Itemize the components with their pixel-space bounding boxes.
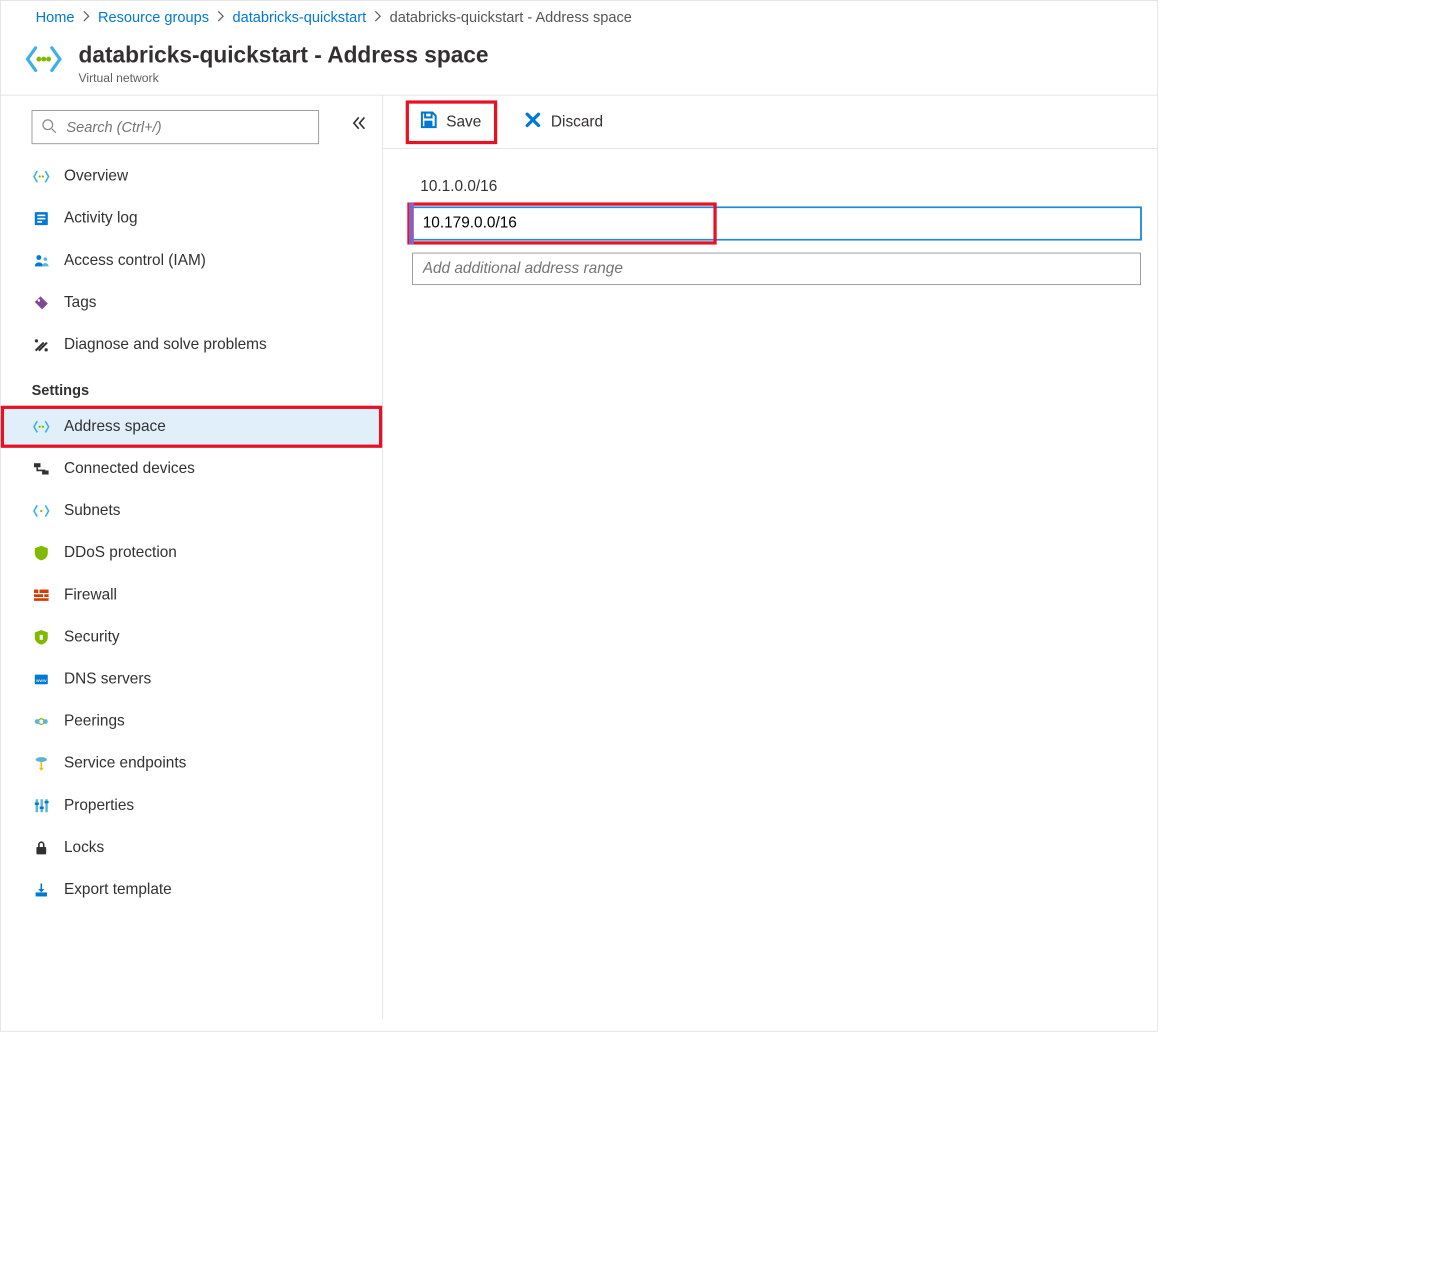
breadcrumb-current: databricks-quickstart - Address space bbox=[390, 9, 632, 26]
shield-icon bbox=[32, 628, 51, 647]
save-button-label: Save bbox=[446, 113, 481, 131]
sidebar-item-label: Activity log bbox=[64, 210, 138, 228]
activity-log-icon bbox=[32, 209, 51, 228]
sidebar: Overview Activity log Access control (IA… bbox=[1, 96, 383, 1020]
sidebar-item-label: DNS servers bbox=[64, 671, 151, 689]
sidebar-item-dns[interactable]: www DNS servers bbox=[1, 658, 382, 700]
address-range-add-input[interactable] bbox=[412, 253, 1141, 285]
lock-icon bbox=[32, 838, 51, 857]
firewall-icon bbox=[32, 585, 51, 604]
iam-icon bbox=[32, 251, 51, 270]
page-title: databricks-quickstart - Address space bbox=[79, 42, 489, 68]
sidebar-item-address-space[interactable]: Address space bbox=[1, 406, 382, 448]
breadcrumb: Home Resource groups databricks-quicksta… bbox=[1, 1, 1157, 34]
export-icon bbox=[32, 880, 51, 899]
sidebar-item-diagnose[interactable]: Diagnose and solve problems bbox=[1, 324, 382, 366]
vnet-icon bbox=[32, 501, 51, 520]
breadcrumb-home[interactable]: Home bbox=[36, 9, 75, 26]
sidebar-item-subnets[interactable]: Subnets bbox=[1, 490, 382, 532]
sidebar-item-security[interactable]: Security bbox=[1, 616, 382, 658]
save-icon bbox=[419, 110, 438, 134]
close-icon bbox=[523, 110, 542, 134]
sidebar-item-firewall[interactable]: Firewall bbox=[1, 574, 382, 616]
diagnose-icon bbox=[32, 335, 51, 354]
page-title-block: databricks-quickstart - Address space Vi… bbox=[1, 34, 1157, 95]
sidebar-item-properties[interactable]: Properties bbox=[1, 785, 382, 827]
svg-text:www: www bbox=[36, 679, 47, 684]
sidebar-item-locks[interactable]: Locks bbox=[1, 827, 382, 869]
peerings-icon bbox=[32, 712, 51, 731]
dns-icon: www bbox=[32, 670, 51, 689]
sidebar-item-label: Export template bbox=[64, 881, 172, 899]
sidebar-item-label: Peerings bbox=[64, 713, 125, 731]
sidebar-item-tags[interactable]: Tags bbox=[1, 282, 382, 324]
search-icon bbox=[41, 118, 57, 137]
sidebar-section-settings: Settings bbox=[1, 366, 382, 406]
command-bar: Save Discard bbox=[383, 96, 1157, 149]
discard-button-label: Discard bbox=[551, 113, 603, 131]
sidebar-item-connected-devices[interactable]: Connected devices bbox=[1, 448, 382, 490]
endpoints-icon bbox=[32, 754, 51, 773]
sidebar-item-service-endpoints[interactable]: Service endpoints bbox=[1, 743, 382, 785]
shield-icon bbox=[32, 543, 51, 562]
sidebar-item-label: Connected devices bbox=[64, 460, 195, 478]
save-button[interactable]: Save bbox=[407, 102, 496, 142]
chevron-right-icon bbox=[374, 11, 381, 25]
address-space-content: 10.1.0.0/16 bbox=[383, 149, 1157, 298]
vnet-icon bbox=[23, 39, 63, 79]
breadcrumb-resource-groups[interactable]: Resource groups bbox=[98, 9, 209, 26]
main-content: Save Discard 10.1.0.0/16 bbox=[383, 96, 1157, 1020]
sidebar-item-label: Subnets bbox=[64, 502, 120, 520]
vnet-icon bbox=[32, 417, 51, 436]
page-subtitle: Virtual network bbox=[79, 71, 489, 85]
sidebar-item-label: Locks bbox=[64, 839, 104, 857]
sidebar-item-label: Access control (IAM) bbox=[64, 252, 206, 270]
chevron-right-icon bbox=[83, 11, 90, 25]
sidebar-item-peerings[interactable]: Peerings bbox=[1, 700, 382, 742]
sidebar-item-label: Tags bbox=[64, 294, 97, 312]
chevron-right-icon bbox=[217, 11, 224, 25]
sidebar-item-label: Service endpoints bbox=[64, 755, 186, 773]
connected-devices-icon bbox=[32, 459, 51, 478]
address-range-input[interactable] bbox=[412, 207, 1141, 239]
sidebar-item-label: Diagnose and solve problems bbox=[64, 336, 267, 354]
sidebar-item-label: Firewall bbox=[64, 586, 117, 604]
sidebar-item-label: Properties bbox=[64, 797, 134, 815]
sidebar-item-activity-log[interactable]: Activity log bbox=[1, 198, 382, 240]
vnet-icon bbox=[32, 167, 51, 186]
address-range-existing: 10.1.0.0/16 bbox=[412, 172, 1157, 204]
address-range-add-row bbox=[412, 253, 1157, 285]
breadcrumb-group[interactable]: databricks-quickstart bbox=[232, 9, 366, 26]
sidebar-item-label: Overview bbox=[64, 168, 128, 186]
sidebar-item-export-template[interactable]: Export template bbox=[1, 869, 382, 911]
search-input[interactable] bbox=[32, 110, 319, 144]
address-range-editing-row bbox=[412, 207, 712, 239]
sidebar-item-ddos[interactable]: DDoS protection bbox=[1, 532, 382, 574]
sidebar-item-iam[interactable]: Access control (IAM) bbox=[1, 240, 382, 282]
sidebar-item-label: DDoS protection bbox=[64, 544, 177, 562]
tag-icon bbox=[32, 293, 51, 312]
sidebar-item-label: Address space bbox=[64, 418, 166, 436]
sidebar-item-overview[interactable]: Overview bbox=[1, 155, 382, 197]
properties-icon bbox=[32, 796, 51, 815]
discard-button[interactable]: Discard bbox=[512, 105, 614, 139]
sidebar-item-label: Security bbox=[64, 628, 120, 646]
